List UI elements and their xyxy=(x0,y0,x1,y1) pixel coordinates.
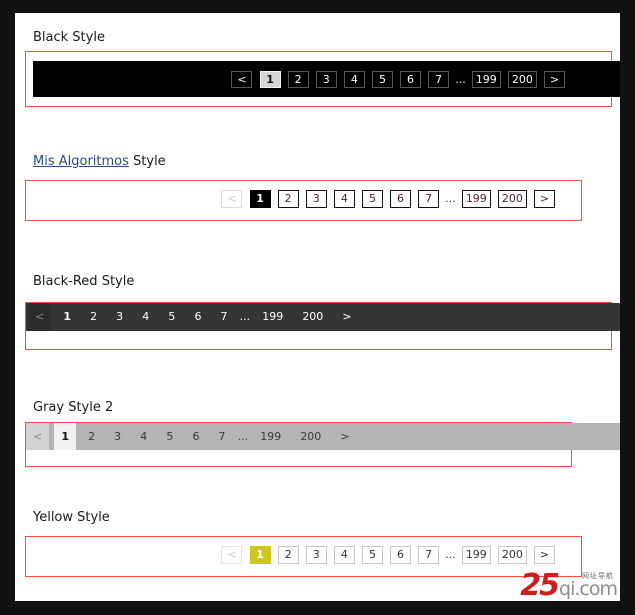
page-200-button[interactable]: 200 xyxy=(497,190,527,208)
page-199-button[interactable]: 199 xyxy=(255,303,290,331)
page-ellipsis: ... xyxy=(455,73,466,86)
page-next-button[interactable]: > xyxy=(544,71,565,88)
demo-frame-gray: < 1 2 3 4 5 6 7 ... 199 200 > xyxy=(25,422,620,467)
page-1-button[interactable]: 1 xyxy=(249,190,271,208)
page-5-button[interactable]: 5 xyxy=(159,423,180,450)
watermark-tagline-text: 网址导航 xyxy=(582,572,614,580)
section-gray-style-2: Gray Style 2 xyxy=(15,400,620,416)
section-black-style: Black Style xyxy=(15,30,620,46)
page-4-button[interactable]: 4 xyxy=(333,546,355,564)
page-199-button[interactable]: 199 xyxy=(253,423,288,450)
watermark-domain-text: qi.com xyxy=(559,578,618,600)
page-ellipsis: ... xyxy=(445,548,456,561)
page-7-button[interactable]: 7 xyxy=(428,71,450,88)
section-title-yellow: Yellow Style xyxy=(33,510,110,525)
page-next-button[interactable]: > xyxy=(534,546,555,564)
page-1-button[interactable]: 1 xyxy=(259,71,281,88)
section-title-mis-suffix: Style xyxy=(128,154,166,169)
section-title-mis: Mis Algoritmos Style xyxy=(15,154,620,170)
page-7-button[interactable]: 7 xyxy=(418,190,440,208)
section-title-blackred: Black-Red Style xyxy=(33,274,135,289)
demo-frame-yellow: < 1 2 3 4 5 6 7 ... 199 200 > xyxy=(25,536,582,577)
page-canvas: Black Style < 1 2 3 4 5 6 7 ... 199 200 … xyxy=(15,13,620,601)
section-black-red-style: Black-Red Style xyxy=(15,274,620,290)
page-6-button[interactable]: 6 xyxy=(390,190,412,208)
page-6-button[interactable]: 6 xyxy=(390,546,412,564)
page-5-button[interactable]: 5 xyxy=(361,190,383,208)
page-2-button[interactable]: 2 xyxy=(277,546,299,564)
section-yellow-style: Yellow Style xyxy=(15,510,620,526)
demo-frame-mis: < 1 2 3 4 5 6 7 ... 199 200 > xyxy=(25,180,582,221)
page-prev-button[interactable]: < xyxy=(221,546,243,564)
page-next-button[interactable]: > xyxy=(335,303,358,331)
page-199-button[interactable]: 199 xyxy=(471,71,501,88)
page-6-button[interactable]: 6 xyxy=(185,423,206,450)
page-5-button[interactable]: 5 xyxy=(161,303,182,331)
pagination-blackred: < 1 2 3 4 5 6 7 ... 199 200 > xyxy=(26,303,620,331)
page-prev-button[interactable]: < xyxy=(221,190,243,208)
page-prev-button[interactable]: < xyxy=(231,71,253,88)
pagination-mis: < 1 2 3 4 5 6 7 ... 199 200 > xyxy=(26,181,581,220)
page-2-button[interactable]: 2 xyxy=(287,71,309,88)
page-4-button[interactable]: 4 xyxy=(133,423,154,450)
page-2-button[interactable]: 2 xyxy=(277,190,299,208)
page-3-button[interactable]: 3 xyxy=(305,190,327,208)
section-mis-algoritmos-style: Mis Algoritmos Style xyxy=(15,154,620,170)
demo-frame-blackred: < 1 2 3 4 5 6 7 ... 199 200 > xyxy=(25,302,620,350)
page-200-button[interactable]: 200 xyxy=(293,423,328,450)
pagination-black: < 1 2 3 4 5 6 7 ... 199 200 > xyxy=(33,61,620,97)
page-7-button[interactable]: 7 xyxy=(418,546,440,564)
page-4-button[interactable]: 4 xyxy=(135,303,156,331)
page-2-button[interactable]: 2 xyxy=(81,423,102,450)
page-3-button[interactable]: 3 xyxy=(107,423,128,450)
page-3-button[interactable]: 3 xyxy=(109,303,130,331)
page-ellipsis: ... xyxy=(239,310,251,323)
page-1-button[interactable]: 1 xyxy=(56,303,78,331)
page-4-button[interactable]: 4 xyxy=(343,71,365,88)
page-5-button[interactable]: 5 xyxy=(371,71,393,88)
page-ellipsis: ... xyxy=(445,192,456,205)
page-200-button[interactable]: 200 xyxy=(497,546,527,564)
page-ellipsis: ... xyxy=(237,430,249,443)
page-next-button[interactable]: > xyxy=(333,423,356,450)
demo-frame-black: < 1 2 3 4 5 6 7 ... 199 200 > xyxy=(25,51,620,107)
page-1-button[interactable]: 1 xyxy=(54,423,76,450)
page-prev-button[interactable]: < xyxy=(26,423,50,450)
page-3-button[interactable]: 3 xyxy=(315,71,337,88)
page-2-button[interactable]: 2 xyxy=(83,303,104,331)
section-title-gray: Gray Style 2 xyxy=(33,400,114,415)
page-200-button[interactable]: 200 xyxy=(295,303,330,331)
page-6-button[interactable]: 6 xyxy=(187,303,208,331)
pagination-gray: < 1 2 3 4 5 6 7 ... 199 200 > xyxy=(26,423,620,450)
page-5-button[interactable]: 5 xyxy=(361,546,383,564)
page-7-button[interactable]: 7 xyxy=(212,423,233,450)
pagination-yellow: < 1 2 3 4 5 6 7 ... 199 200 > xyxy=(26,537,581,576)
page-199-button[interactable]: 199 xyxy=(461,190,491,208)
page-199-button[interactable]: 199 xyxy=(461,546,491,564)
page-1-button[interactable]: 1 xyxy=(249,546,271,564)
section-title-black: Black Style xyxy=(33,30,105,45)
mis-algoritmos-link[interactable]: Mis Algoritmos xyxy=(33,154,129,169)
page-200-button[interactable]: 200 xyxy=(507,71,537,88)
page-3-button[interactable]: 3 xyxy=(305,546,327,564)
page-7-button[interactable]: 7 xyxy=(214,303,235,331)
page-4-button[interactable]: 4 xyxy=(333,190,355,208)
page-prev-button[interactable]: < xyxy=(28,303,52,331)
page-next-button[interactable]: > xyxy=(534,190,555,208)
page-6-button[interactable]: 6 xyxy=(400,71,422,88)
